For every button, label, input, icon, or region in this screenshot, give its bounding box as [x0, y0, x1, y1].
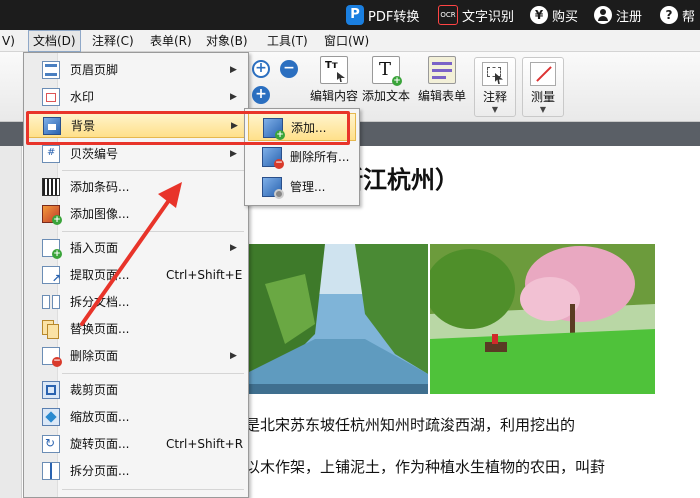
add-text-button[interactable]: T + 添加文本 — [362, 56, 410, 104]
text-recognize-label: 文字识别 — [462, 9, 515, 25]
crop-page-icon — [42, 381, 60, 399]
paragraph-line-2: 以木作架，上铺泥土，作为种植水生植物的农田，叫葑 — [245, 458, 606, 476]
menu-item-scale-page[interactable]: 缩放页面... — [26, 404, 246, 430]
help-label: 帮 — [682, 9, 696, 25]
shortcut-label: Ctrl+Shift+R — [166, 437, 244, 451]
barcode-icon — [42, 178, 60, 196]
menu-item-add-image[interactable]: + 添加图像... — [26, 201, 246, 227]
menu-bar: V) 文档(D) 注释(C) 表单(R) 对象(B) 工具(T) 窗口(W) — [0, 30, 700, 52]
menu-item-rotate-page[interactable]: ↻ 旋转页面... Ctrl+Shift+R — [26, 431, 246, 457]
split-page-icon — [42, 462, 60, 480]
photo-willow-river — [245, 244, 428, 394]
garden-bench-image — [430, 244, 655, 394]
edit-form-label: 编辑表单 — [418, 89, 467, 103]
pdf-logo-icon: P — [346, 5, 364, 25]
submenu-arrow-icon: ▶ — [230, 65, 237, 75]
extract-page-icon: ↗ — [42, 266, 61, 285]
submenu-arrow-icon: ▶ — [230, 92, 237, 102]
shortcut-label: Ctrl+Shift+E — [166, 268, 243, 282]
edit-content-label: 编辑内容 — [310, 89, 359, 103]
help-link[interactable]: ? 帮 — [660, 0, 695, 30]
comment-label: 注释 — [482, 90, 507, 104]
edit-form-icon — [428, 56, 456, 84]
user-icon — [594, 6, 612, 24]
comment-dropdown-button[interactable]: 注释 ▼ — [474, 57, 516, 117]
rotate-page-icon: ↻ — [42, 435, 60, 453]
pdf-editor-window: P PDF转换 OCR 文字识别 ¥ 购买 注册 ? 帮 V) 文档(D) 注释… — [0, 0, 700, 498]
add-text-label: 添加文本 — [362, 89, 411, 103]
zoom-out-icon[interactable]: − — [280, 60, 298, 78]
top-banner-bar: P PDF转换 OCR 文字识别 ¥ 购买 注册 ? 帮 — [0, 0, 700, 30]
pdf-convert-link[interactable]: P PDF转换 — [346, 0, 419, 30]
edit-content-icon: Tт — [320, 56, 348, 84]
menu-item-extract-page[interactable]: ↗ 提取页面... Ctrl+Shift+E — [26, 262, 246, 288]
menu-item-replace-page[interactable]: 替换页面... — [26, 316, 246, 342]
bates-numbering-icon: # — [42, 145, 60, 163]
menu-object[interactable]: 对象(B) — [202, 30, 252, 52]
menu-view[interactable]: V) — [0, 30, 19, 52]
add-text-icon: T + — [372, 56, 402, 86]
add-image-icon: + — [42, 205, 62, 225]
menu-item-split-page[interactable]: 拆分页面... — [26, 458, 246, 484]
menu-form[interactable]: 表单(R) — [146, 30, 196, 52]
watermark-icon — [42, 88, 60, 106]
submenu-arrow-icon: ▶ — [230, 351, 237, 361]
menu-separator — [62, 373, 244, 374]
delete-page-icon: − — [42, 347, 62, 367]
scale-page-icon — [42, 408, 60, 426]
buy-label: 购买 — [552, 9, 579, 25]
highlight-box — [26, 111, 350, 145]
zoom-plus-icon[interactable]: + — [252, 86, 270, 104]
menu-item-split-document[interactable]: 拆分文档... — [26, 289, 246, 315]
header-footer-icon — [42, 61, 60, 79]
menu-item-delete-page[interactable]: − 删除页面 ▶ — [26, 343, 246, 369]
menu-separator — [62, 231, 244, 232]
split-document-icon — [42, 293, 60, 311]
menu-tools[interactable]: 工具(T) — [263, 30, 312, 52]
menu-separator — [62, 489, 244, 490]
menu-item-watermark[interactable]: 水印 ▶ — [26, 84, 246, 110]
submenu-arrow-icon: ▶ — [230, 243, 237, 253]
remove-background-icon: − — [262, 147, 284, 169]
measure-icon — [530, 62, 556, 86]
ocr-icon: OCR — [438, 5, 458, 25]
submenu-item-manage[interactable]: 管理... — [248, 173, 356, 201]
menu-separator — [62, 170, 244, 171]
menu-item-crop-page[interactable]: 裁剪页面 — [26, 377, 246, 403]
photo-garden-bench — [430, 244, 655, 394]
measure-dropdown-button[interactable]: 测量 ▼ — [522, 57, 564, 117]
willow-river-image — [245, 244, 428, 394]
left-panel-gutter — [0, 146, 22, 498]
submenu-item-remove-all[interactable]: − 删除所有... — [248, 143, 356, 171]
edit-form-button[interactable]: 编辑表单 — [418, 56, 466, 104]
menu-document[interactable]: 文档(D) — [28, 30, 81, 52]
manage-background-icon — [262, 177, 284, 199]
menu-item-insert-page[interactable]: + 插入页面 ▶ — [26, 235, 246, 261]
edit-content-button[interactable]: Tт 编辑内容 — [310, 56, 358, 104]
insert-page-icon: + — [42, 239, 62, 259]
text-recognize-link[interactable]: OCR 文字识别 — [438, 0, 514, 30]
measure-label: 测量 — [530, 90, 555, 104]
help-icon: ? — [660, 6, 678, 24]
pdf-convert-label: PDF转换 — [368, 9, 420, 25]
menu-item-add-barcode[interactable]: 添加条码... — [26, 174, 246, 200]
register-label: 注册 — [616, 9, 643, 25]
menu-comment[interactable]: 注释(C) — [88, 30, 138, 52]
buy-link[interactable]: ¥ 购买 — [530, 0, 578, 30]
paragraph-line-1: 是北宋苏东坡任杭州知州时疏浚西湖，利用挖出的 — [245, 416, 576, 434]
menu-window[interactable]: 窗口(W) — [320, 30, 373, 52]
measure-chevron-down-icon: ▼ — [539, 105, 547, 114]
yen-icon: ¥ — [530, 6, 548, 24]
replace-page-icon — [42, 320, 60, 339]
register-link[interactable]: 注册 — [594, 0, 642, 30]
zoom-in-icon[interactable]: + — [252, 60, 270, 78]
comment-icon — [482, 62, 508, 86]
menu-item-header-footer[interactable]: 页眉页脚 ▶ — [26, 57, 246, 83]
comment-chevron-down-icon: ▼ — [491, 105, 499, 114]
